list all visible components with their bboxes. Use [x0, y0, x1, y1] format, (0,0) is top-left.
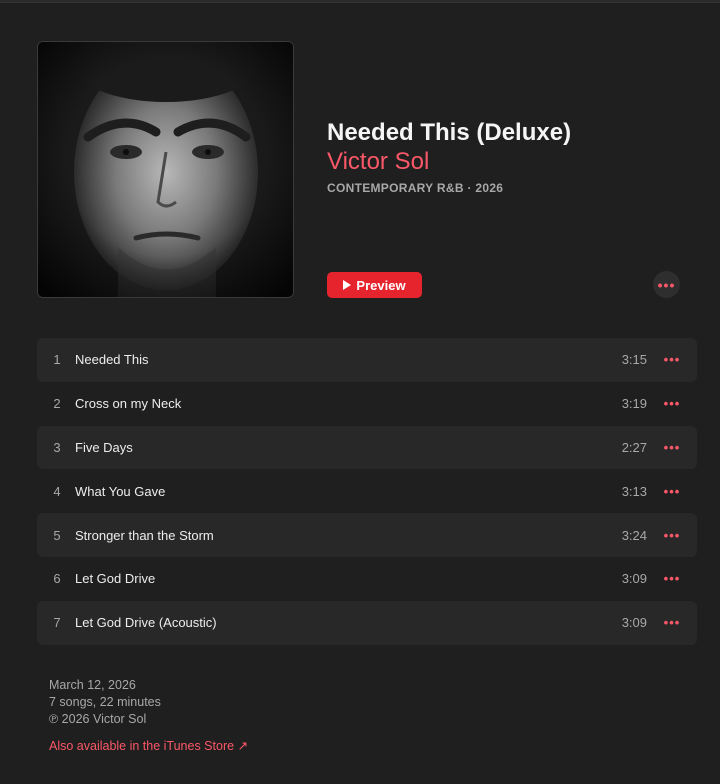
track-duration: 3:19 [621, 396, 647, 412]
ellipsis-icon: ••• [657, 276, 676, 293]
play-icon [343, 280, 352, 290]
track-number: 5 [53, 527, 61, 543]
track-duration: 3:15 [621, 352, 647, 368]
track-duration: 3:09 [621, 615, 647, 631]
track-duration: 2:27 [621, 439, 647, 455]
track-title: What You Gave [75, 483, 166, 499]
preview-button-label: Preview [356, 277, 406, 293]
release-date: March 12, 2026 [49, 678, 136, 692]
track-title: Needed This [75, 352, 149, 368]
preview-button[interactable]: Preview [327, 272, 422, 298]
track-row[interactable]: 2 Cross on my Neck 3:19 ••• [37, 382, 697, 426]
track-title: Five Days [75, 439, 133, 455]
track-row[interactable]: 1 Needed This 3:15 ••• [37, 338, 697, 382]
album-more-button[interactable]: ••• [653, 271, 680, 298]
track-title: Let God Drive (Acoustic) [75, 615, 217, 631]
track-duration: 3:09 [621, 571, 647, 587]
track-duration: 3:24 [621, 527, 647, 543]
track-title: Cross on my Neck [75, 396, 182, 412]
track-title: Let God Drive [75, 571, 156, 587]
track-number: 1 [53, 352, 61, 368]
track-number: 4 [53, 483, 61, 499]
track-duration: 3:13 [621, 483, 647, 499]
track-more-icon[interactable]: ••• [647, 484, 697, 499]
genre-year-label: CONTEMPORARY R&B · 2026 [327, 181, 504, 195]
track-more-icon[interactable]: ••• [647, 528, 697, 543]
song-count-duration: 7 songs, 22 minutes [49, 695, 161, 709]
album-info-footer: March 12, 2026 7 songs, 22 minutes ℗ 202… [49, 677, 161, 728]
copyright-notice: ℗ 2026 Victor Sol [49, 712, 147, 726]
artwork-portrait-image [38, 42, 293, 297]
window-top-border [0, 0, 720, 3]
track-number: 2 [53, 396, 61, 412]
track-list: 1 Needed This 3:15 ••• 2 Cross on my Nec… [37, 338, 697, 645]
track-more-icon[interactable]: ••• [647, 615, 697, 630]
track-title: Stronger than the Storm [75, 527, 214, 543]
album-artwork[interactable] [37, 41, 294, 298]
track-more-icon[interactable]: ••• [647, 352, 697, 367]
track-row[interactable]: 5 Stronger than the Storm 3:24 ••• [37, 513, 697, 557]
track-row[interactable]: 7 Let God Drive (Acoustic) 3:09 ••• [37, 600, 697, 645]
track-more-icon[interactable]: ••• [647, 571, 697, 586]
track-number: 3 [53, 439, 61, 455]
track-row[interactable]: 6 Let God Drive 3:09 ••• [37, 557, 697, 601]
itunes-store-link[interactable]: Also available in the iTunes Store ↗ [49, 738, 248, 753]
track-row[interactable]: 4 What You Gave 3:13 ••• [37, 469, 697, 513]
album-title: Needed This (Deluxe) [327, 119, 572, 146]
track-more-icon[interactable]: ••• [647, 440, 697, 455]
track-more-icon[interactable]: ••• [647, 396, 697, 411]
track-number: 7 [53, 615, 61, 631]
track-number: 6 [53, 571, 61, 587]
artist-name-link[interactable]: Victor Sol [327, 148, 429, 176]
track-row[interactable]: 3 Five Days 2:27 ••• [37, 425, 697, 470]
